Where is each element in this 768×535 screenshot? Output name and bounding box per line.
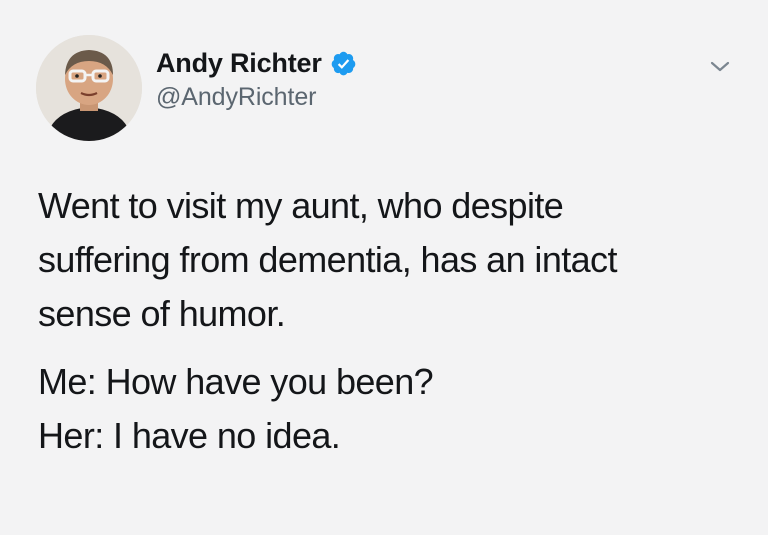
verified-badge-icon <box>330 50 357 77</box>
tweet-card: Andy Richter @AndyRichter Went to visit … <box>0 0 768 535</box>
name-row: Andy Richter <box>156 45 357 81</box>
tweet-text-line: suffering from dementia, has an intact <box>38 239 617 280</box>
author-block: Andy Richter @AndyRichter <box>156 45 357 112</box>
tweet-text: Went to visit my aunt, who despite suffe… <box>38 179 738 463</box>
author-handle[interactable]: @AndyRichter <box>156 83 357 112</box>
avatar[interactable] <box>36 35 142 141</box>
tweet-text-line: Me: How have you been? <box>38 361 434 402</box>
tweet-text-line: sense of humor. <box>38 293 286 334</box>
tweet-text-line: Her: I have no idea. <box>38 415 341 456</box>
tweet-text-line: Went to visit my aunt, who despite <box>38 185 564 226</box>
avatar-illustration <box>36 35 142 141</box>
display-name[interactable]: Andy Richter <box>156 48 322 79</box>
chevron-down-icon[interactable] <box>707 58 733 76</box>
